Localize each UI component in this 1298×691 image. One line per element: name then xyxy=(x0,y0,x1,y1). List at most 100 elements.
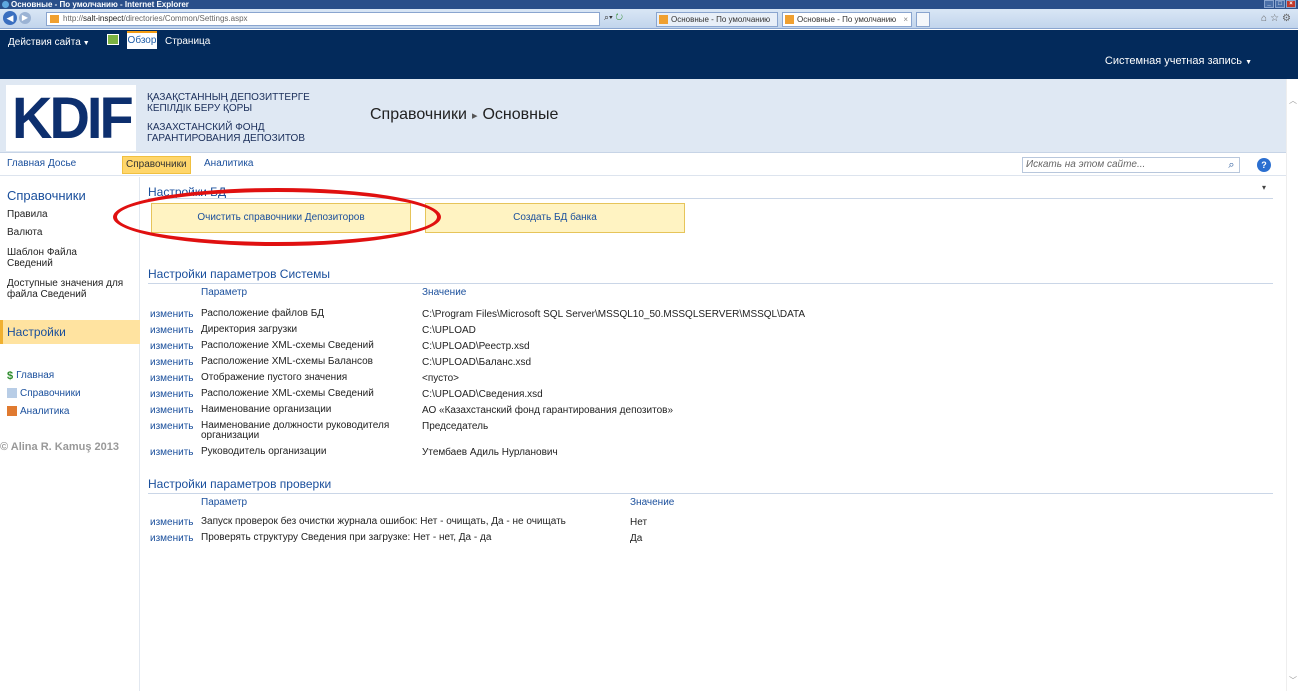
topnav-item-directories[interactable]: Справочники xyxy=(122,156,191,174)
forward-button[interactable]: ▶ xyxy=(19,12,31,24)
close-window-button[interactable]: × xyxy=(1286,0,1296,8)
leftnav-link-directories[interactable]: Справочники xyxy=(7,388,81,399)
site-logo[interactable]: KDIF xyxy=(6,85,136,151)
edit-link[interactable]: изменить xyxy=(150,421,194,432)
url-host: salt-inspect xyxy=(83,14,124,23)
row-value: <пусто> xyxy=(422,373,460,384)
help-icon[interactable]: ? xyxy=(1257,158,1271,172)
edit-link[interactable]: изменить xyxy=(150,389,194,400)
edit-page-icon[interactable] xyxy=(107,34,119,45)
close-tab-icon[interactable]: × xyxy=(903,13,908,26)
minimize-button[interactable]: _ xyxy=(1264,0,1274,8)
org-name-ru-line2: ГАРАНТИРОВАНИЯ ДЕПОЗИТОВ xyxy=(147,133,305,144)
window-title: Основные - По умолчанию - Internet Explo… xyxy=(11,0,189,9)
browser-tab-1[interactable]: Основные - По умолчанию xyxy=(656,12,778,27)
home-icon[interactable]: ⌂ xyxy=(1261,13,1270,24)
check-settings-title: Настройки параметров проверки xyxy=(148,477,332,491)
system-settings-title: Настройки параметров Системы xyxy=(148,267,331,281)
refresh-icon[interactable]: ↻ xyxy=(615,12,623,22)
row-param: Расположение XML-схемы Сведений xyxy=(201,388,374,399)
back-button[interactable]: ◀ xyxy=(3,11,17,25)
leftnav-item-template[interactable]: Шаблон Файла Сведений xyxy=(7,247,82,269)
row-param: Директория загрузки xyxy=(201,324,298,335)
row-param: Расположение XML-схемы Сведений xyxy=(201,340,374,351)
row-param: Расположение файлов БД xyxy=(201,308,325,319)
org-name-ru: КАЗАХСТАНСКИЙ ФОНД ГАРАНТИРОВАНИЯ ДЕПОЗИ… xyxy=(147,122,347,144)
row-param: Наименование организации xyxy=(201,404,332,415)
chevron-down-icon[interactable]: ▾ xyxy=(1262,183,1266,192)
scroll-down-icon[interactable]: ﹀ xyxy=(1289,675,1297,686)
org-name-kz: ҚАЗАҚСТАННЫҢ ДЕПОЗИТТЕРГЕ КЕПІЛДІК БЕРУ … xyxy=(147,92,347,114)
address-input[interactable]: http://salt-inspect/directories/Common/S… xyxy=(46,12,600,26)
divider xyxy=(148,493,1273,494)
edit-link[interactable]: изменить xyxy=(150,341,194,352)
edit-link[interactable]: изменить xyxy=(150,447,194,458)
window-titlebar: Основные - По умолчанию - Internet Explo… xyxy=(0,0,1298,9)
leftnav-link-label: Главная xyxy=(16,370,55,381)
edit-link[interactable]: изменить xyxy=(150,405,194,416)
row-value: C:\Program Files\Microsoft SQL Server\MS… xyxy=(422,309,806,320)
topnav-item-analytics[interactable]: Аналитика xyxy=(204,158,254,169)
row-param: Руководитель организации xyxy=(201,446,327,457)
row-param: Расположение XML-схемы Балансов xyxy=(201,356,373,367)
row-value: Председатель xyxy=(422,421,489,432)
chevron-down-icon: ▼ xyxy=(1245,59,1252,66)
site-actions-label: Действия сайта xyxy=(8,37,81,48)
site-header: KDIF ҚАЗАҚСТАННЫҢ ДЕПОЗИТТЕРГЕ КЕПІЛДІК … xyxy=(0,79,1298,153)
maximize-button[interactable]: □ xyxy=(1275,0,1285,8)
browser-tab-2[interactable]: Основные - По умолчанию × xyxy=(782,12,912,27)
row-param: Запуск проверок без очистки журнала ошиб… xyxy=(201,516,566,527)
org-name-kz-line2: КЕПІЛДІК БЕРУ ҚОРЫ xyxy=(147,103,253,114)
gear-icon[interactable]: ⚙ xyxy=(1282,13,1294,24)
row-param: Проверять структуру Сведения при загрузк… xyxy=(201,532,492,543)
scroll-up-icon[interactable]: ︿ xyxy=(1289,95,1297,106)
site-search-input[interactable]: Искать на этом сайте... xyxy=(1022,157,1240,173)
tab-label: Основные - По умолчанию xyxy=(797,15,897,24)
column-header-value: Значение xyxy=(630,497,675,508)
topnav-item-home[interactable]: Главная xyxy=(7,158,45,169)
create-bank-db-button[interactable]: Создать БД банка xyxy=(425,203,685,233)
page-scrollbar[interactable]: ︿ ﹀ xyxy=(1286,79,1298,691)
row-value: C:\UPLOAD\Реестр.xsd xyxy=(422,341,530,352)
site-actions-menu[interactable]: Действия сайта ▼ xyxy=(8,37,90,48)
logo-text: KDIF xyxy=(12,84,134,151)
leftnav-link-analytics[interactable]: Аналитика xyxy=(7,406,70,417)
address-tools: ⌕▾ ↻ xyxy=(604,12,623,22)
leftnav-selected-label: Настройки xyxy=(7,325,66,339)
row-value: Нет xyxy=(630,517,648,528)
leftnav-link-home[interactable]: $ Главная xyxy=(7,370,55,382)
account-menu[interactable]: Системная учетная запись ▼ xyxy=(1105,55,1252,67)
tab-page[interactable]: Страница xyxy=(165,36,210,47)
edit-link[interactable]: изменить xyxy=(150,357,194,368)
breadcrumb: Справочники ▸ Основные xyxy=(370,106,558,124)
edit-link[interactable]: изменить xyxy=(150,309,194,320)
url-path: /directories/Common/Settings.aspx xyxy=(123,14,248,23)
leftnav-item-values[interactable]: Доступные значения для файла Сведений xyxy=(7,278,135,300)
divider xyxy=(148,283,1273,284)
search-address-icon[interactable]: ⌕ xyxy=(604,12,609,22)
leftnav-heading[interactable]: Справочники xyxy=(7,188,86,203)
leftnav-link-label: Аналитика xyxy=(20,406,70,417)
ie-icon xyxy=(2,1,9,8)
leftnav-item-settings[interactable]: Настройки xyxy=(0,320,140,344)
search-icon[interactable]: ⌕ xyxy=(1223,157,1240,173)
ie-toolbar-icons: ⌂☆⚙ xyxy=(1261,13,1294,24)
window-controls: _ □ × xyxy=(1264,0,1296,9)
org-name-ru-line1: КАЗАХСТАНСКИЙ ФОНД xyxy=(147,122,265,133)
edit-link[interactable]: изменить xyxy=(150,517,194,528)
row-value: C:\UPLOAD\Баланс.xsd xyxy=(422,357,532,368)
topnav-item-dossier[interactable]: Досье xyxy=(48,158,76,169)
books-icon xyxy=(7,388,17,399)
edit-link[interactable]: изменить xyxy=(150,325,194,336)
edit-link[interactable]: изменить xyxy=(150,533,194,544)
favorites-icon[interactable]: ☆ xyxy=(1270,13,1282,24)
column-header-value: Значение xyxy=(422,287,467,298)
address-toolbar: ◀ ▶ http://salt-inspect/directories/Comm… xyxy=(0,9,1298,29)
leftnav-item-currency[interactable]: Валюта xyxy=(7,227,135,238)
edit-link[interactable]: изменить xyxy=(150,373,194,384)
breadcrumb-item[interactable]: Справочники xyxy=(370,106,467,123)
account-label: Системная учетная запись xyxy=(1104,55,1242,67)
new-tab-button[interactable] xyxy=(916,12,930,27)
tab-browse[interactable]: Обзор xyxy=(127,31,157,49)
column-header-param: Параметр xyxy=(201,287,248,298)
